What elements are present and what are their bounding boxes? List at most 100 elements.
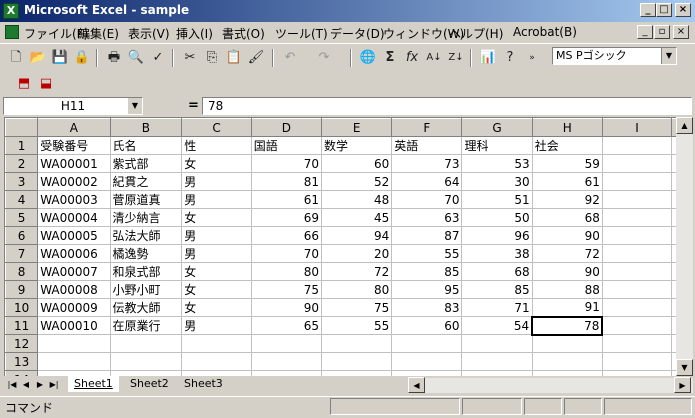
cell-F10[interactable]: 83 [391,298,463,317]
cell-I4[interactable] [601,190,673,209]
column-header[interactable]: D [250,118,323,137]
cell-D1[interactable]: 国語 [250,136,323,155]
cell-F3[interactable]: 64 [391,172,463,191]
row-header[interactable]: 11 [5,316,39,335]
cell-F6[interactable]: 87 [391,226,463,245]
row-header[interactable]: 1 [5,136,39,155]
cell-G6[interactable]: 96 [461,226,533,245]
cell-H8[interactable]: 90 [531,262,603,281]
cell-E1[interactable]: 数学 [320,136,393,155]
cell-I12[interactable] [601,334,673,353]
print-preview-icon[interactable]: 🔍 [126,48,146,68]
column-header[interactable]: A [37,118,111,137]
open-icon[interactable]: 📂 [28,48,48,68]
column-header[interactable]: G [461,118,533,137]
pdf-mail-icon[interactable]: ⬓ [36,74,56,94]
cell-C8[interactable]: 女 [181,262,252,281]
cell-C5[interactable]: 女 [181,208,252,227]
menu-item[interactable]: ヘルプ(H) [449,25,503,42]
cell-D9[interactable]: 75 [250,280,323,299]
cell-H2[interactable]: 59 [531,154,603,173]
row-header[interactable]: 13 [5,352,39,371]
cell-H5[interactable]: 68 [531,208,603,227]
cell-F11[interactable]: 60 [391,316,463,335]
cell-D7[interactable]: 70 [250,244,323,263]
cell-C3[interactable]: 男 [181,172,252,191]
save-icon[interactable]: 💾 [50,48,70,68]
cell-E7[interactable]: 20 [320,244,393,263]
chart-wizard-icon[interactable]: 📊 [478,48,498,68]
cell-A8[interactable]: WA00007 [37,262,111,281]
row-header[interactable]: 2 [5,154,39,173]
row-header[interactable]: 10 [5,298,39,317]
cell-E2[interactable]: 60 [320,154,393,173]
cell-I10[interactable] [601,298,673,317]
autosum-icon[interactable]: Σ [380,48,400,68]
cell-H4[interactable]: 92 [531,190,603,209]
cell-D4[interactable]: 61 [250,190,323,209]
cell-F4[interactable]: 70 [391,190,463,209]
cell-H13[interactable] [531,352,603,371]
copy-icon[interactable]: ⎘ [202,48,222,68]
first-sheet-icon[interactable]: |◀ [6,378,18,392]
cell-E4[interactable]: 48 [320,190,393,209]
cell-C7[interactable]: 男 [181,244,252,263]
row-header[interactable]: 12 [5,334,39,353]
cell-C2[interactable]: 女 [181,154,252,173]
cell-D10[interactable]: 90 [250,298,323,317]
format-painter-icon[interactable]: 🖌 [246,48,266,68]
close-button[interactable]: × [675,3,691,17]
cell-E11[interactable]: 55 [320,316,393,335]
cell-I8[interactable] [601,262,673,281]
column-header[interactable]: H [531,118,603,137]
cell-B4[interactable]: 菅原道真 [109,190,183,209]
cell-D8[interactable]: 80 [250,262,323,281]
cell-A3[interactable]: WA00002 [37,172,111,191]
cell-B1[interactable]: 氏名 [109,136,183,155]
menu-item[interactable]: 挿入(I) [176,25,213,42]
minimize-button[interactable]: _ [640,3,656,17]
cell-B9[interactable]: 小野小町 [109,280,183,299]
cell-D2[interactable]: 70 [250,154,323,173]
column-header[interactable]: E [320,118,393,137]
maximize-button[interactable]: □ [656,3,672,17]
cell-D6[interactable]: 66 [250,226,323,245]
cell-I11[interactable] [601,316,673,335]
doc-restore-button[interactable]: ▫ [654,25,670,39]
cell-D12[interactable] [250,334,323,353]
scroll-down-icon[interactable]: ▼ [676,359,693,376]
cell-F13[interactable] [391,352,463,371]
cell-C4[interactable]: 男 [181,190,252,209]
cell-B11[interactable]: 在原業行 [109,316,183,335]
cell-H1[interactable]: 社会 [531,136,603,155]
menu-item[interactable]: データ(D) [330,25,385,42]
select-all-corner[interactable] [5,118,39,137]
cell-B13[interactable] [109,352,183,371]
cell-A2[interactable]: WA00001 [37,154,111,173]
cell-F8[interactable]: 85 [391,262,463,281]
function-icon[interactable]: fx [402,48,422,68]
cell-G4[interactable]: 51 [461,190,533,209]
cell-E5[interactable]: 45 [320,208,393,227]
column-header[interactable]: B [109,118,183,137]
cell-A10[interactable]: WA00009 [37,298,111,317]
cell-I2[interactable] [601,154,673,173]
row-header[interactable]: 7 [5,244,39,263]
doc-minimize-button[interactable]: _ [637,25,653,39]
cell-H9[interactable]: 88 [531,280,603,299]
cell-I1[interactable] [601,136,673,155]
redo-icon[interactable]: ↷ [314,48,334,68]
cell-B12[interactable] [109,334,183,353]
cell-I5[interactable] [601,208,673,227]
spelling-icon[interactable]: ✓ [148,48,168,68]
menu-item[interactable]: ツール(T) [275,25,328,42]
cut-icon[interactable]: ✂ [180,48,200,68]
cell-H11[interactable]: 78 [531,315,604,336]
cell-F12[interactable] [391,334,463,353]
column-header[interactable]: I [601,118,673,137]
row-header[interactable]: 5 [5,208,39,227]
cell-A9[interactable]: WA00008 [37,280,111,299]
cell-H6[interactable]: 90 [531,226,603,245]
cell-G3[interactable]: 30 [461,172,533,191]
cell-B8[interactable]: 和泉式部 [109,262,183,281]
